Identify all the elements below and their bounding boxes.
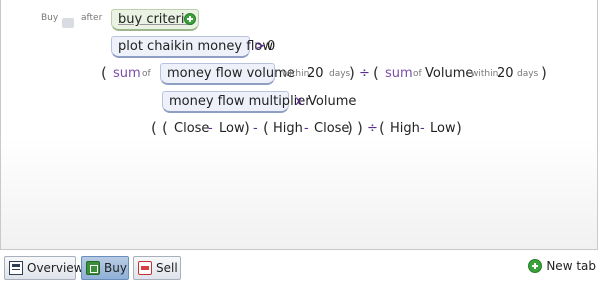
minus-operator[interactable]: - [253, 121, 258, 136]
close-paren: ) [244, 119, 250, 137]
open-paren: ( [263, 119, 269, 137]
add-criteria-icon[interactable] [184, 13, 196, 25]
high-field[interactable]: High [273, 121, 303, 136]
low-field[interactable]: Low [430, 121, 456, 136]
days-label: days [517, 69, 539, 79]
tab-buy[interactable]: Buy [81, 256, 129, 280]
of-label: of [413, 69, 422, 79]
close-paren: ) [347, 119, 353, 137]
tab-label: Sell [156, 261, 178, 275]
minus-operator[interactable]: - [208, 121, 213, 136]
high-field[interactable]: High [390, 121, 420, 136]
add-tab-icon [528, 259, 543, 273]
buy-criteria-link[interactable]: buy criteria [118, 12, 192, 27]
close-paren: ) [349, 64, 355, 82]
open-paren: ( [373, 64, 379, 82]
of-label: of [142, 69, 151, 79]
threshold-value[interactable]: 0 [267, 39, 275, 54]
tab-sell[interactable]: Sell [133, 256, 181, 280]
days-label: days [329, 69, 351, 79]
after-label: after [81, 13, 103, 23]
minus-operator[interactable]: - [304, 121, 309, 136]
close-paren: ) [541, 64, 547, 82]
tab-label: Overview [27, 261, 84, 275]
low-field[interactable]: Low [219, 121, 245, 136]
new-tab-label: New tab [546, 259, 596, 273]
open-paren: ( [151, 119, 157, 137]
chaikin-money-flow-block[interactable]: plot chaikin money flow [111, 36, 273, 58]
close-field[interactable]: Close [314, 121, 349, 136]
overview-icon [9, 261, 23, 275]
period-value[interactable]: 20 [307, 66, 324, 81]
multiply-operator[interactable]: x [295, 94, 303, 109]
sum-function[interactable]: sum [385, 66, 413, 81]
divide-operator[interactable]: ÷ [359, 66, 370, 81]
buy-icon [86, 261, 100, 275]
minus-operator[interactable]: - [420, 121, 425, 136]
money-flow-volume-label: money flow volume [167, 66, 295, 81]
buy-label: Buy [41, 13, 59, 23]
money-flow-multiplier-label: money flow multiplier [169, 94, 311, 109]
redacted-value [62, 12, 74, 31]
open-paren: ( [379, 119, 385, 137]
volume-field[interactable]: Volume [425, 66, 473, 81]
chaikin-money-flow-label: plot chaikin money flow [118, 39, 273, 54]
money-flow-multiplier-block[interactable]: money flow multiplier [162, 91, 311, 113]
close-paren: ) [456, 119, 462, 137]
new-tab-button[interactable]: New tab [528, 256, 596, 276]
period-value[interactable]: 20 [497, 66, 514, 81]
within-label: within [471, 69, 499, 79]
sum-function[interactable]: sum [113, 66, 141, 81]
greater-than-operator[interactable]: > [254, 39, 265, 54]
within-label: within [282, 69, 310, 79]
open-paren: ( [162, 119, 168, 137]
tab-label: Buy [104, 261, 127, 275]
criteria-editor: Buy after buy criteria plot chaikin mone… [0, 0, 598, 250]
volume-field[interactable]: Volume [308, 94, 356, 109]
close-paren: ) [357, 119, 363, 137]
close-field[interactable]: Close [174, 121, 209, 136]
tab-bar: Overview Buy Sell New tab [0, 250, 600, 290]
money-flow-volume-block[interactable]: money flow volume [160, 63, 295, 85]
divide-operator[interactable]: ÷ [367, 121, 378, 136]
tab-overview[interactable]: Overview [4, 256, 84, 280]
open-paren: ( [101, 64, 107, 82]
sell-icon [138, 261, 152, 275]
